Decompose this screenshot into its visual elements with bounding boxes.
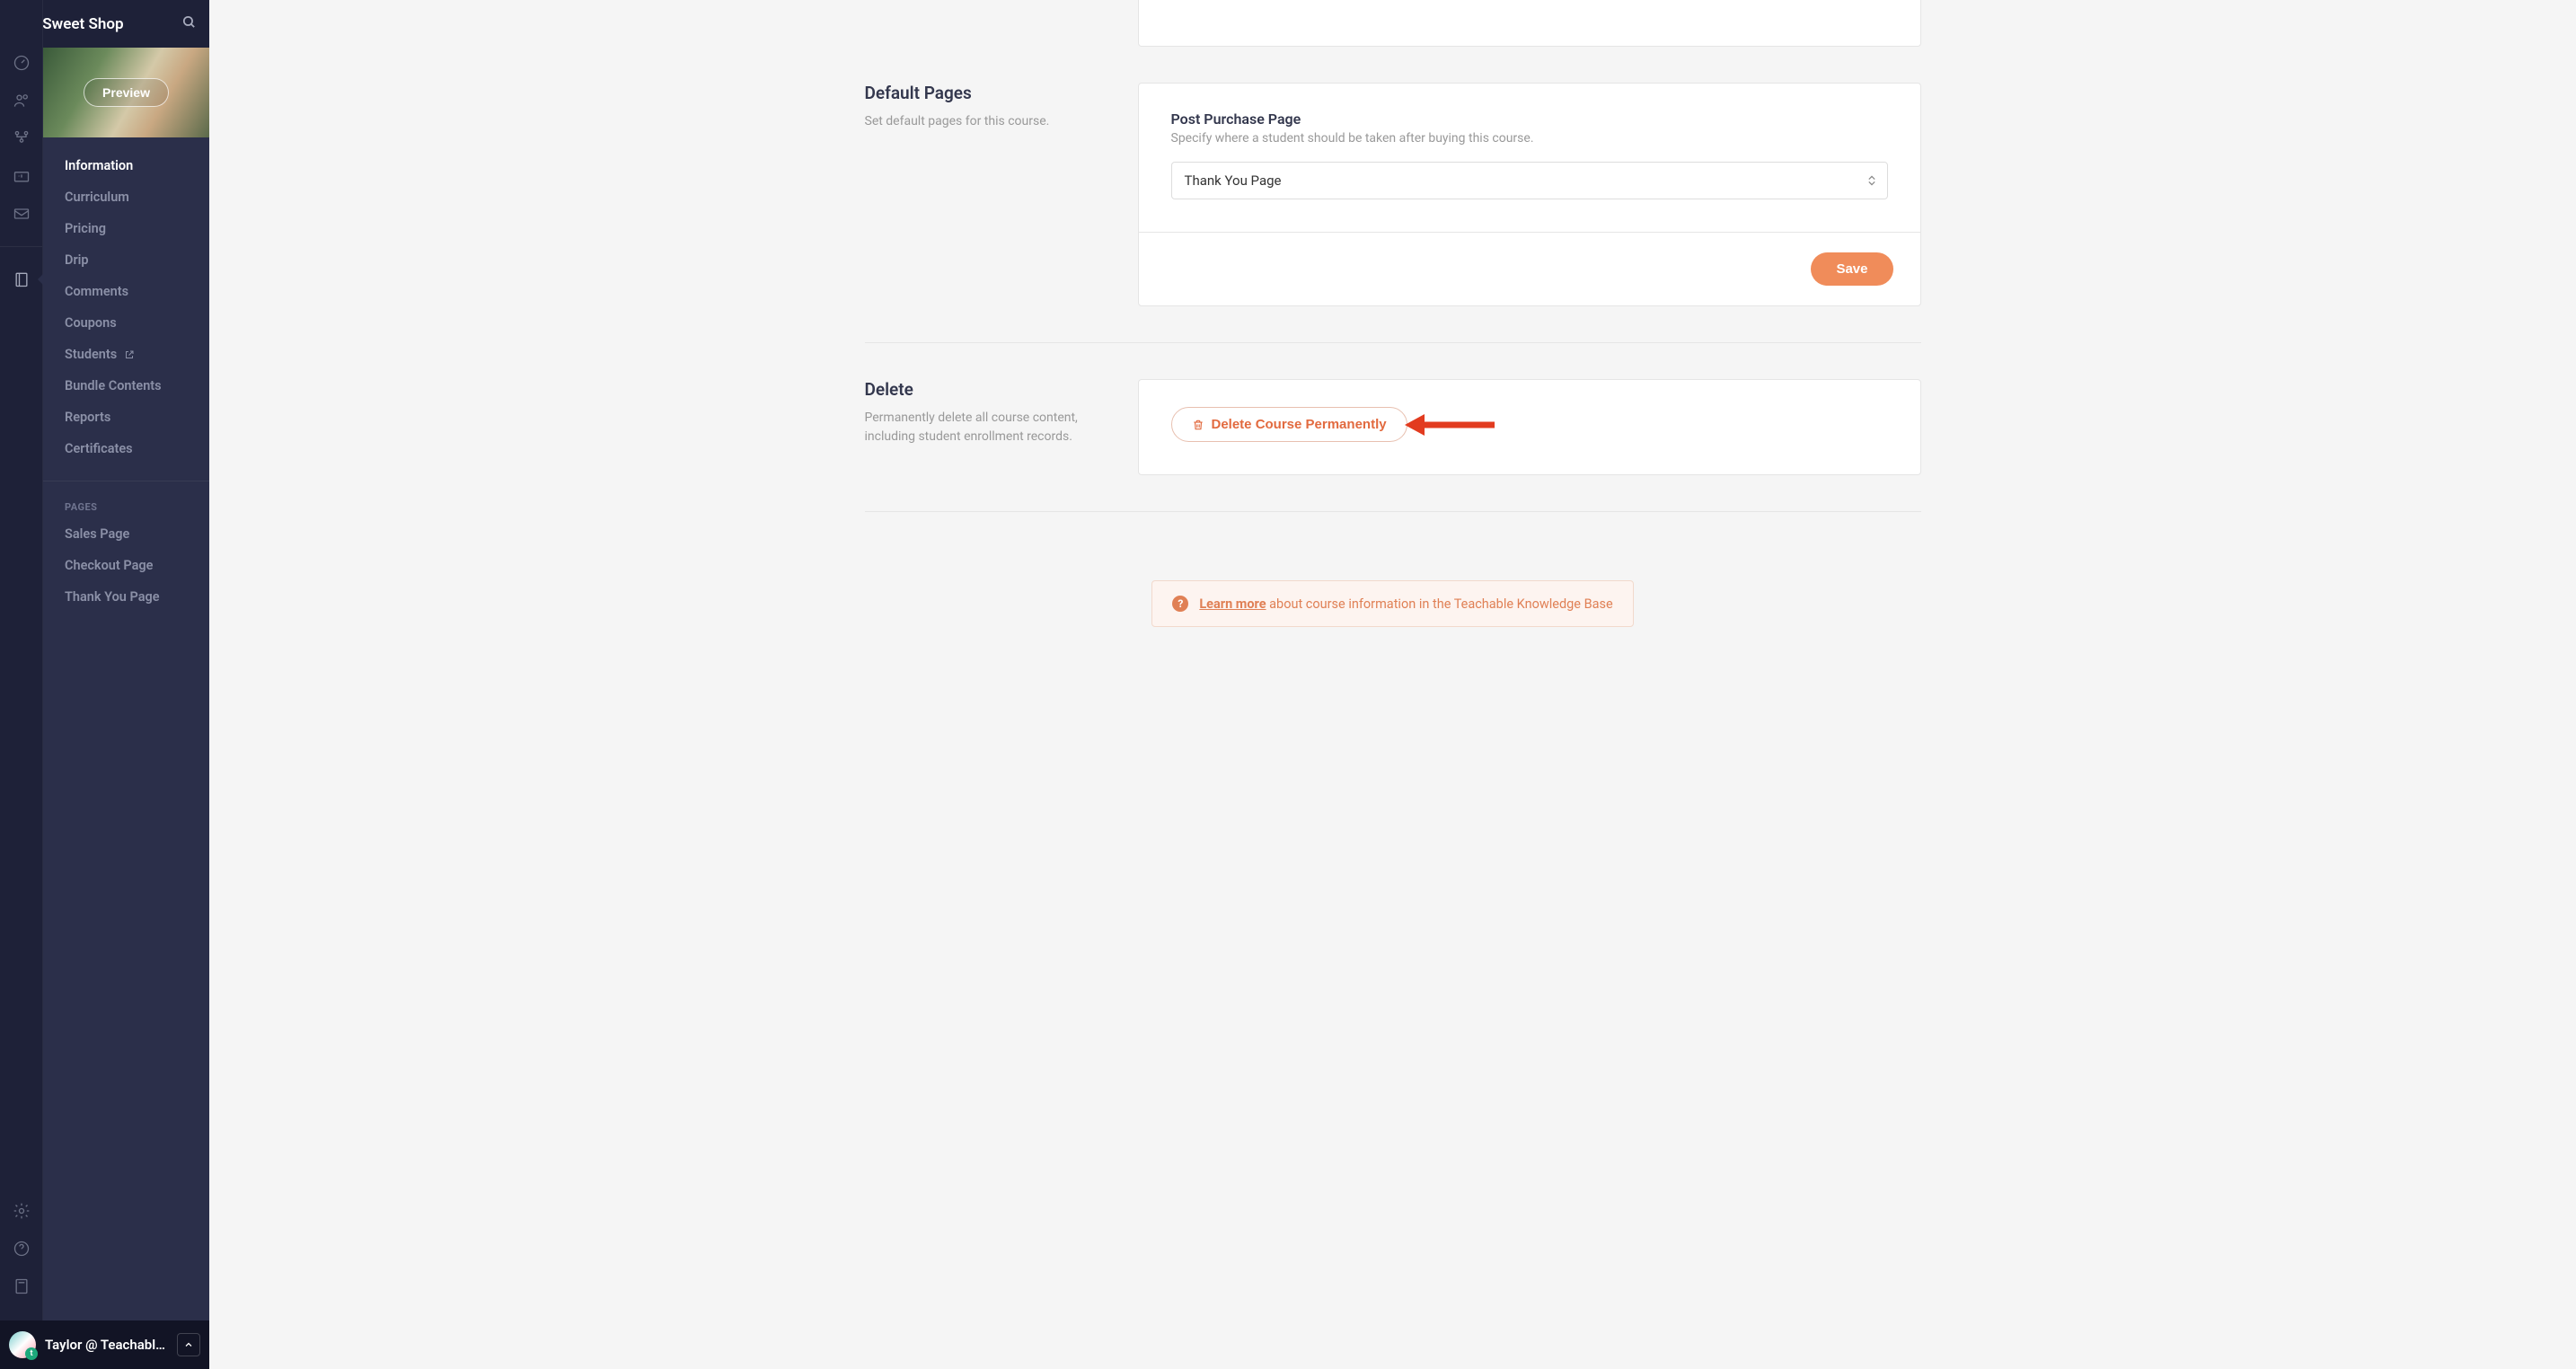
sales-icon[interactable] xyxy=(11,165,32,187)
user-menu-toggle[interactable] xyxy=(177,1333,200,1356)
section-default-pages: Default Pages Set default pages for this… xyxy=(865,47,1921,306)
emails-icon[interactable] xyxy=(11,203,32,225)
save-button[interactable]: Save xyxy=(1811,252,1892,286)
sidebar-header: The Sweet Shop xyxy=(43,0,209,48)
nav-checkout-page[interactable]: Checkout Page xyxy=(43,550,209,581)
course-thumbnail: Preview xyxy=(43,48,209,137)
main-content: Default Pages Set default pages for this… xyxy=(209,0,2576,1369)
trash-icon xyxy=(1192,419,1204,431)
section-delete: Delete Permanently delete all course con… xyxy=(865,342,1921,475)
nav-drip[interactable]: Drip xyxy=(43,244,209,276)
post-purchase-select[interactable]: Thank You Page xyxy=(1171,162,1888,199)
help-icon[interactable] xyxy=(11,1238,32,1259)
course-nav: Information Curriculum Pricing Drip Comm… xyxy=(43,137,209,473)
nav-reports[interactable]: Reports xyxy=(43,402,209,433)
nav-pricing[interactable]: Pricing xyxy=(43,213,209,244)
nav-coupons[interactable]: Coupons xyxy=(43,307,209,339)
settings-icon[interactable] xyxy=(11,1200,32,1222)
nav-comments[interactable]: Comments xyxy=(43,276,209,307)
knowledge-base-banner: ? Learn more about course information in… xyxy=(1151,580,1633,627)
nav-thank-you-page[interactable]: Thank You Page xyxy=(43,581,209,613)
learn-more-link[interactable]: Learn more xyxy=(1199,596,1266,612)
delete-title: Delete xyxy=(865,379,1120,400)
preview-button-label: Preview xyxy=(102,85,150,100)
post-purchase-desc: Specify where a student should be taken … xyxy=(1171,131,1888,146)
school-title: The Sweet Shop xyxy=(43,15,181,33)
user-name: Taylor @ Teachabl… xyxy=(45,1337,168,1353)
search-icon[interactable] xyxy=(181,14,197,33)
calculator-icon[interactable] xyxy=(11,1276,32,1297)
default-pages-desc: Set default pages for this course. xyxy=(865,112,1120,131)
courses-icon[interactable] xyxy=(11,269,32,290)
nav-certificates[interactable]: Certificates xyxy=(43,433,209,464)
nav-sales-page[interactable]: Sales Page xyxy=(43,518,209,550)
external-link-icon xyxy=(124,349,135,360)
delete-desc: Permanently delete all course content, i… xyxy=(865,409,1120,446)
nav-bundle-contents[interactable]: Bundle Contents xyxy=(43,370,209,402)
nav-students[interactable]: Students xyxy=(43,339,209,370)
sidebar: The Sweet Shop Preview Information Curri… xyxy=(43,0,209,1369)
previous-section-card-bottom xyxy=(1138,0,1921,47)
user-footer[interactable]: Taylor @ Teachabl… xyxy=(0,1320,209,1369)
icon-rail xyxy=(0,0,43,1369)
users-icon[interactable] xyxy=(11,90,32,111)
delete-button-label: Delete Course Permanently xyxy=(1212,417,1387,432)
default-pages-title: Default Pages xyxy=(865,83,1120,103)
post-purchase-label: Post Purchase Page xyxy=(1171,110,1888,128)
dashboard-icon[interactable] xyxy=(11,52,32,74)
delete-course-button[interactable]: Delete Course Permanently xyxy=(1171,407,1407,442)
info-bar-text: about course information in the Teachabl… xyxy=(1266,596,1613,612)
annotation-arrow-icon xyxy=(1405,410,1495,440)
pages-section-label: PAGES xyxy=(43,489,209,518)
chevron-up-icon xyxy=(183,1339,194,1350)
site-icon[interactable] xyxy=(11,128,32,149)
avatar xyxy=(9,1331,36,1358)
nav-students-label: Students xyxy=(65,347,117,362)
question-circle-icon: ? xyxy=(1172,596,1188,612)
preview-button[interactable]: Preview xyxy=(84,78,169,107)
nav-information[interactable]: Information xyxy=(43,150,209,181)
nav-curriculum[interactable]: Curriculum xyxy=(43,181,209,213)
